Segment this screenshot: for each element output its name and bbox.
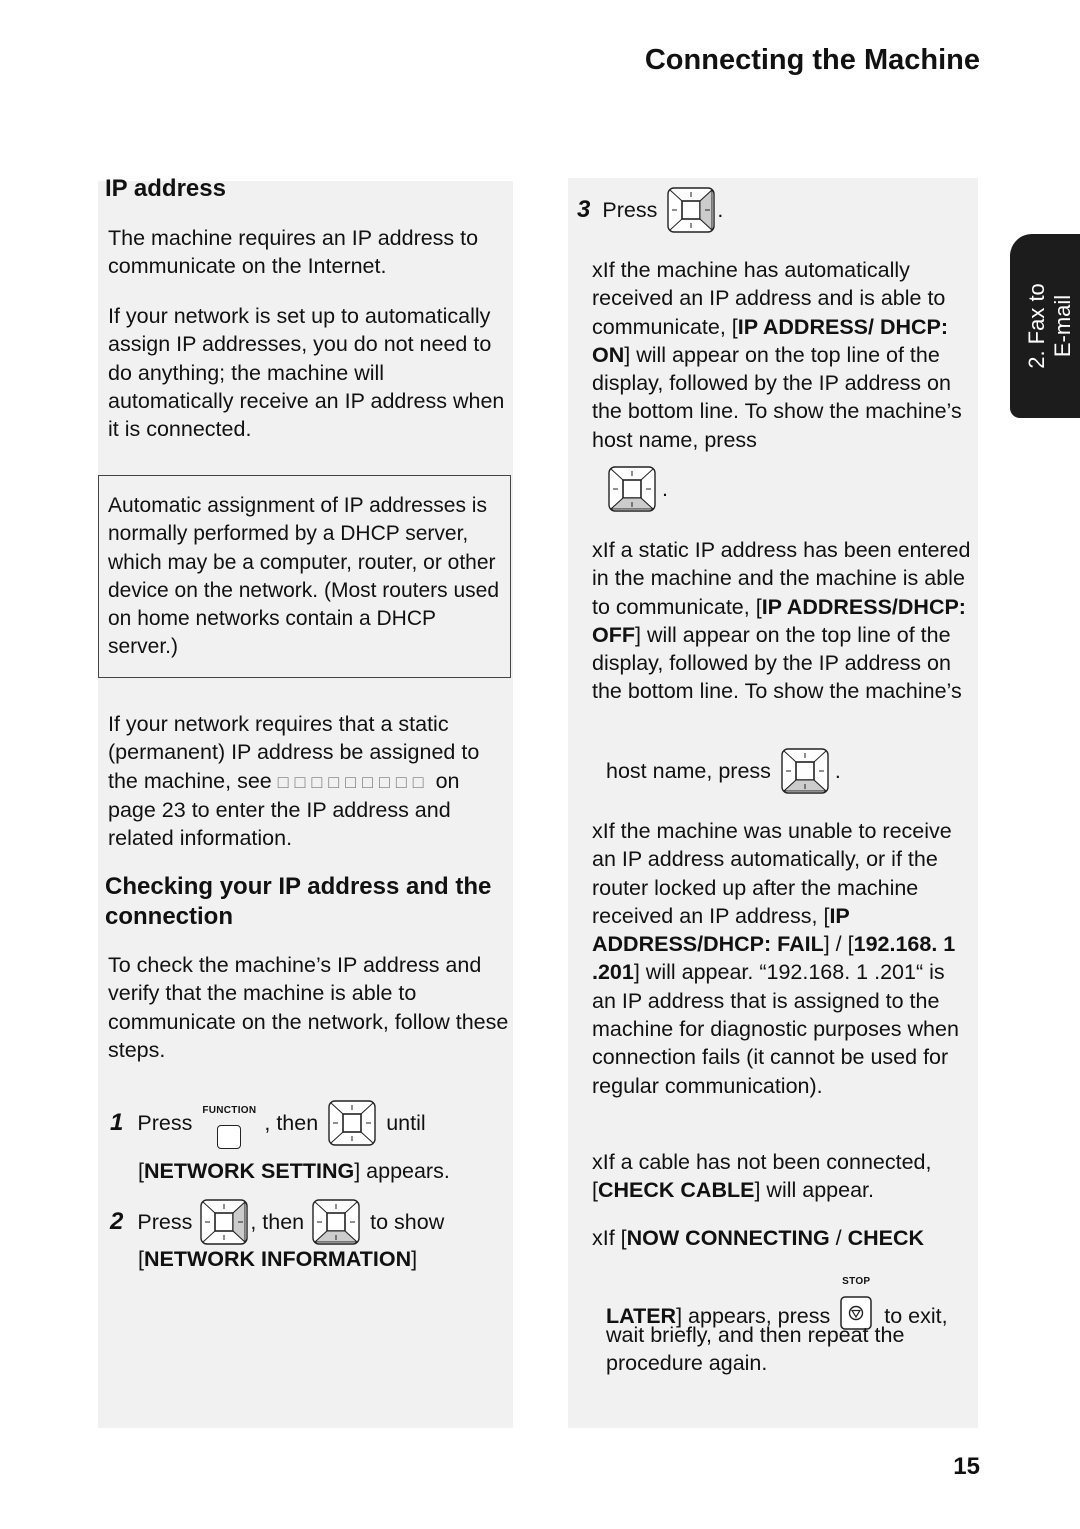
chapter-tab[interactable]: 2. Fax to E-mail: [1010, 234, 1080, 418]
nav-key-right-icon[interactable]: [200, 1199, 248, 1245]
step-number: 3: [577, 195, 591, 223]
static-ip-paragraph: If your network requires that a static (…: [108, 712, 480, 851]
network-information-label: NETWORK INFORMATION: [143, 1247, 412, 1271]
bullet-check-cable: xIf a cable has not been connected, [CHE…: [592, 1150, 932, 1203]
step-1: 1 Press FUNCTION , then until [NETWORK S…: [110, 1097, 510, 1186]
bullet-marker: x: [592, 1150, 603, 1174]
step-2: 2 Press , then to show [NETWORK INFORMAT…: [110, 1199, 510, 1273]
nav-key-up-icon[interactable]: [328, 1100, 376, 1146]
bullet-dhcp-fail: xIf the machine was unable to receive an…: [592, 819, 959, 1098]
page-title: Connecting the Machine: [644, 44, 980, 76]
bullet-marker: x: [592, 538, 603, 562]
dhcp-paragraph: If your network is set up to automatical…: [108, 304, 505, 442]
chapter-tab-label: 2. Fax to E-mail: [1024, 283, 1075, 369]
network-setting-label: NETWORK SETTING: [143, 1159, 355, 1184]
nav-key-down-icon[interactable]: [781, 748, 829, 794]
function-key-icon: [217, 1125, 242, 1150]
function-key[interactable]: FUNCTION: [202, 1097, 256, 1150]
missing-glyphs: □□□□□□□□□: [277, 771, 430, 792]
bullet-marker: x: [592, 258, 603, 282]
bullet-marker: x: [592, 819, 603, 843]
page-number: 15: [953, 1453, 980, 1480]
step-3: 3 Press .: [577, 187, 723, 233]
step-number: 2: [110, 1207, 124, 1235]
nav-key-right-icon[interactable]: [667, 187, 715, 233]
bullet-marker: x: [592, 1226, 603, 1250]
checking-heading: Checking your IP address and the connect…: [105, 873, 492, 930]
bullet-dhcp-on: xIf the machine has automatically receiv…: [592, 258, 962, 452]
ip-address-heading: IP address: [105, 175, 226, 202]
nav-key-down-icon[interactable]: [608, 466, 656, 512]
bullet-dhcp-off: xIf a static IP address has been entered…: [592, 538, 971, 704]
checking-paragraph: To check the machine’s IP address and ve…: [108, 953, 509, 1062]
step-number: 1: [110, 1109, 124, 1136]
nav-key-down-icon[interactable]: [312, 1199, 360, 1245]
bullet-now-connecting: xIf [NOW CONNECTING / CHECK: [592, 1226, 925, 1250]
note-text: Automatic assignment of IP addresses is …: [108, 494, 500, 659]
intro-paragraph: The machine requires an IP address to co…: [108, 226, 479, 279]
note-box: Automatic assignment of IP addresses is …: [98, 475, 511, 678]
